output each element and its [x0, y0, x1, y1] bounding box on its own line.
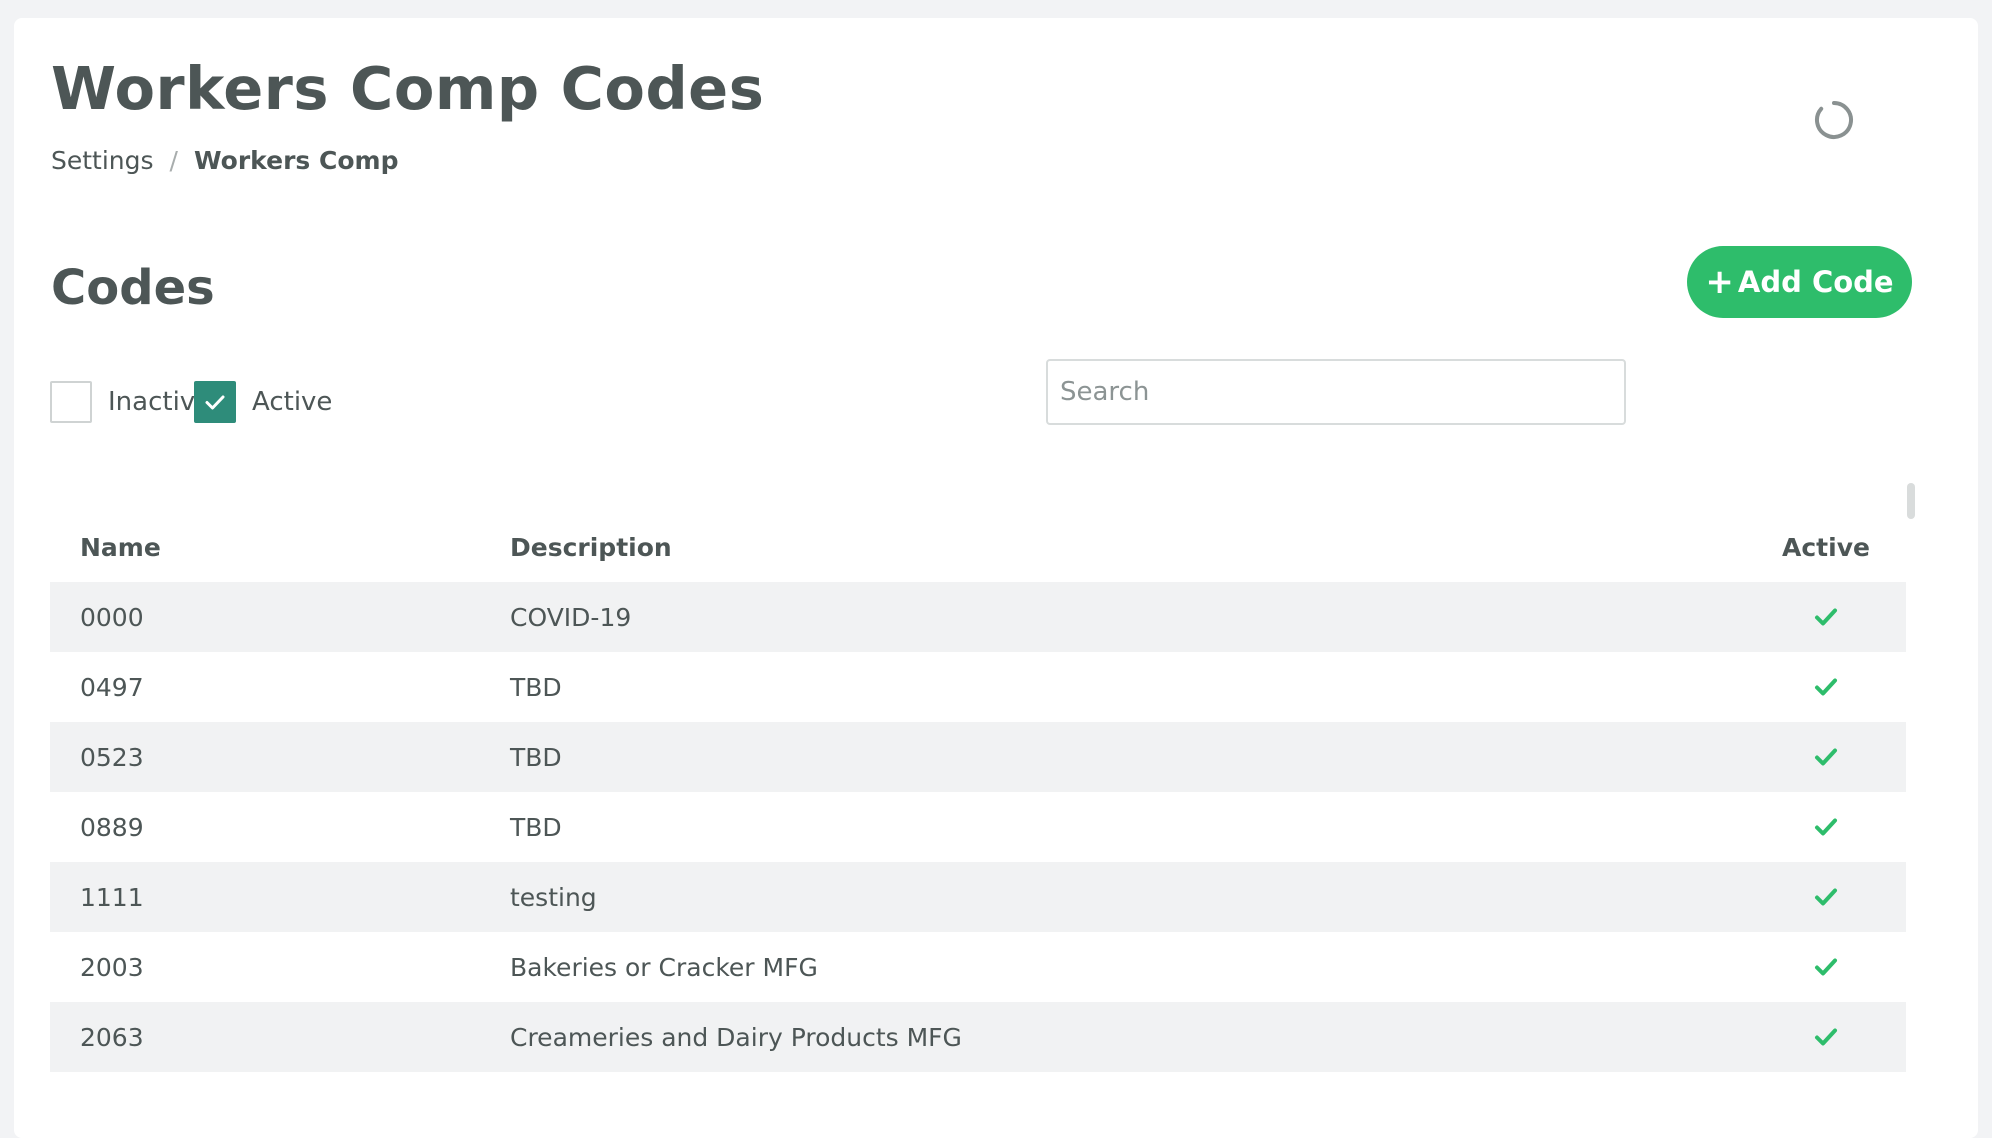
column-header-active[interactable]: Active [1746, 533, 1906, 562]
cell-active [1746, 884, 1906, 910]
check-icon [1815, 678, 1837, 696]
cell-active [1746, 744, 1906, 770]
table-row[interactable]: 2063 Creameries and Dairy Products MFG [50, 1002, 1906, 1072]
table-header: Name Description Active [50, 512, 1906, 582]
breadcrumb-separator: / [169, 146, 178, 175]
check-icon [1815, 818, 1837, 836]
breadcrumb-current: Workers Comp [193, 146, 399, 175]
cell-active [1746, 954, 1906, 980]
cell-active [1746, 674, 1906, 700]
page-title: Workers Comp Codes [51, 54, 765, 123]
active-filter[interactable]: Active [194, 380, 332, 424]
cell-active [1746, 814, 1906, 840]
table-row[interactable]: 2003 Bakeries or Cracker MFG [50, 932, 1906, 1002]
check-icon [1815, 1028, 1837, 1046]
cell-name: 1111 [80, 882, 144, 912]
cell-name: 0497 [80, 672, 144, 702]
cell-name: 2003 [80, 952, 144, 982]
add-code-button[interactable]: + Add Code [1687, 246, 1912, 318]
inactive-filter[interactable]: Inactive [50, 380, 211, 424]
inactive-checkbox[interactable] [50, 381, 92, 423]
search-input[interactable] [1046, 359, 1626, 425]
column-header-description[interactable]: Description [510, 533, 1746, 562]
loading-spinner-icon [1815, 101, 1853, 139]
table-row[interactable]: 0000 COVID-19 [50, 582, 1906, 652]
active-filter-label: Active [252, 387, 333, 417]
check-icon [1815, 748, 1837, 766]
codes-table: Name Description Active 0000 COVID-19 0497… [50, 512, 1906, 1072]
add-code-button-label: Add Code [1737, 265, 1894, 299]
active-checkbox[interactable] [194, 381, 236, 423]
cell-name: 0000 [80, 602, 144, 632]
table-row[interactable]: 0889 TBD [50, 792, 1906, 862]
cell-name: 2063 [80, 1022, 144, 1052]
cell-description: Creameries and Dairy Products MFG [510, 1022, 962, 1052]
table-body: 0000 COVID-19 0497 TBD 0523 TBD 0889 TBD 1111 tes… [50, 582, 1906, 1072]
cell-active [1746, 604, 1906, 630]
check-icon [1815, 888, 1837, 906]
cell-active [1746, 1024, 1906, 1050]
cell-description: testing [510, 882, 597, 912]
cell-description: COVID-19 [510, 602, 632, 632]
cell-description: TBD [510, 742, 562, 772]
scrollbar-thumb[interactable] [1907, 483, 1915, 519]
breadcrumb: Settings / Workers Comp [51, 146, 398, 175]
cell-name: 0523 [80, 742, 144, 772]
cell-description: TBD [510, 812, 562, 842]
cell-description: TBD [510, 672, 562, 702]
plus-icon: + [1705, 262, 1734, 302]
table-row[interactable]: 1111 testing [50, 862, 1906, 932]
column-header-name[interactable]: Name [50, 533, 510, 562]
breadcrumb-settings-link[interactable]: Settings [51, 146, 154, 175]
checkmark-icon [205, 395, 225, 410]
check-icon [1815, 958, 1837, 976]
check-icon [1815, 608, 1837, 626]
table-row[interactable]: 0523 TBD [50, 722, 1906, 792]
cell-name: 0889 [80, 812, 144, 842]
section-title: Codes [51, 260, 215, 316]
cell-description: Bakeries or Cracker MFG [510, 952, 818, 982]
table-row[interactable]: 0497 TBD [50, 652, 1906, 722]
